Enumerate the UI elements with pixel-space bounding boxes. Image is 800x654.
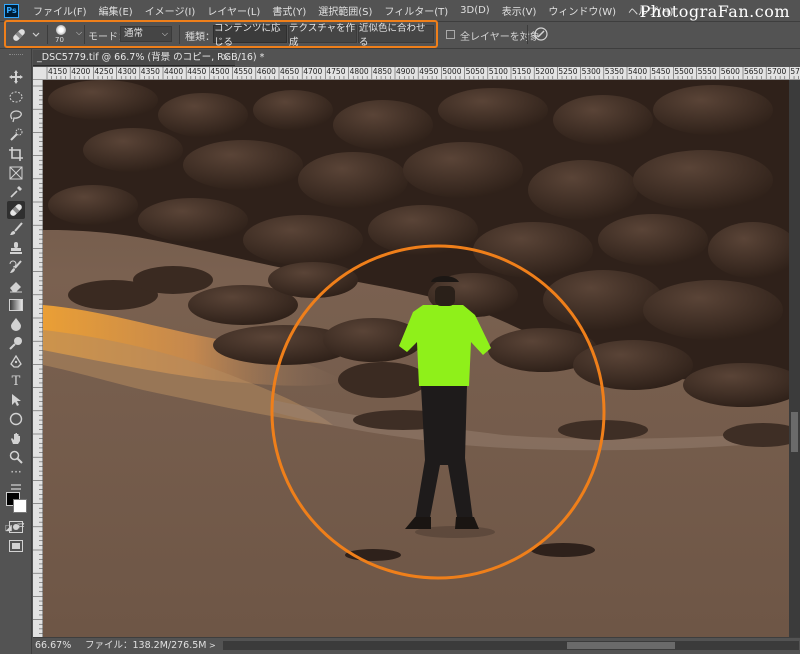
ruler-label: 4750 (326, 67, 346, 76)
more-tools-icon[interactable]: ··· (7, 463, 25, 481)
ruler-label: 4300 (117, 67, 137, 76)
pressure-size-toggle[interactable] (533, 26, 549, 42)
beach-photo (43, 80, 789, 637)
pen-icon[interactable] (7, 353, 25, 371)
ellipse-icon[interactable] (7, 410, 25, 428)
document-tab[interactable]: _DSC5779.tif @ 66.7% (背景 のコピー, RGB/16) *… (33, 50, 264, 66)
document-title: _DSC5779.tif @ 66.7% (背景 のコピー, RGB/16) * (37, 52, 265, 63)
ruler-label: 5200 (535, 67, 555, 76)
menu-3d[interactable]: 3D(D) (454, 5, 496, 16)
ruler-label: 4350 (140, 67, 160, 76)
ruler-label: 5500 (674, 67, 694, 76)
tools-panel: T ··· ◪ ⇄ (0, 49, 32, 654)
menu-edit[interactable]: 編集(E) (93, 3, 139, 18)
options-divider (527, 25, 528, 44)
gradient-icon[interactable] (7, 296, 25, 314)
file-size-info: ファイル：138.2M/276.5M (85, 640, 207, 651)
ruler-label: 5000 (442, 67, 462, 76)
ruler-label: 5550 (697, 67, 717, 76)
quick-select-icon[interactable] (7, 126, 25, 144)
ruler-label: 4950 (419, 67, 439, 76)
ruler-label: 5650 (744, 67, 764, 76)
ruler-label: 5600 (720, 67, 740, 76)
background-color-swatch[interactable] (13, 499, 27, 513)
close-icon[interactable]: × (222, 50, 230, 65)
document-canvas[interactable] (43, 80, 789, 637)
ruler-label: 4800 (349, 67, 369, 76)
chevron-right-icon[interactable]: > (209, 638, 216, 653)
ruler-label: 4500 (210, 67, 230, 76)
eraser-icon[interactable] (7, 277, 25, 295)
horizontal-scrollbar[interactable] (223, 641, 799, 650)
spot-healing-icon[interactable] (7, 201, 25, 219)
menu-image[interactable]: イメージ(I) (139, 3, 202, 18)
ruler-label: 4550 (233, 67, 253, 76)
clone-stamp-icon[interactable] (7, 239, 25, 257)
frame-icon[interactable] (7, 164, 25, 182)
ruler-label: 5100 (488, 67, 508, 76)
ruler-label: 4650 (280, 67, 300, 76)
horizontal-scroll-thumb[interactable] (567, 642, 675, 649)
ruler-label: 4250 (94, 67, 114, 76)
ruler-label: 5250 (558, 67, 578, 76)
zoom-level[interactable]: 66.67% (35, 638, 71, 653)
move-icon[interactable] (7, 68, 25, 86)
status-bar: 66.67% ファイル：138.2M/276.5M > (33, 637, 800, 654)
horizontal-ruler[interactable]: 4150 4200 4250 4300 4350 4400 4450 4500 4550 4600… (33, 67, 800, 80)
ruler-label: 5450 (651, 67, 671, 76)
ruler-label: 5750 (790, 67, 800, 76)
ruler-label: 4450 (187, 67, 207, 76)
lasso-icon[interactable] (7, 107, 25, 125)
ruler-label: 5700 (767, 67, 787, 76)
ruler-label: 5400 (628, 67, 648, 76)
quick-mask-icon[interactable] (7, 518, 25, 536)
ruler-label: 4200 (71, 67, 91, 76)
ruler-label: 5050 (465, 67, 485, 76)
marquee-icon[interactable] (7, 88, 25, 106)
crop-icon[interactable] (7, 145, 25, 163)
menu-view[interactable]: 表示(V) (496, 3, 543, 18)
hand-icon[interactable] (7, 429, 25, 447)
vertical-ruler[interactable] (33, 80, 43, 637)
path-select-icon[interactable] (7, 391, 25, 409)
sample-all-layers-checkbox[interactable] (446, 30, 455, 39)
history-brush-icon[interactable] (7, 258, 25, 276)
brand-watermark: PhotograFan.com (639, 2, 790, 21)
eyedropper-icon[interactable] (7, 183, 25, 201)
brush-icon[interactable] (7, 220, 25, 238)
ruler-label: 4850 (372, 67, 392, 76)
menu-select[interactable]: 選択範囲(S) (312, 3, 378, 18)
ruler-label: 4400 (164, 67, 184, 76)
blur-icon[interactable] (7, 315, 25, 333)
menu-filter[interactable]: フィルター(T) (378, 3, 454, 18)
vertical-scrollbar[interactable] (789, 80, 800, 637)
panel-grip[interactable] (9, 54, 23, 57)
menu-window[interactable]: ウィンドウ(W) (542, 3, 622, 18)
menu-layer[interactable]: レイヤー(L) (201, 3, 266, 18)
vertical-ruler-ticks (33, 85, 43, 634)
ruler-label: 5350 (604, 67, 624, 76)
ruler-label: 4150 (48, 67, 68, 76)
dodge-icon[interactable] (7, 334, 25, 352)
ruler-label: 5300 (581, 67, 601, 76)
ruler-label: 4900 (396, 67, 416, 76)
photoshop-logo-icon: Ps (4, 3, 19, 18)
menu-file[interactable]: ファイル(F) (27, 3, 93, 18)
orange-highlight-frame (4, 20, 438, 48)
menu-type[interactable]: 書式(Y) (266, 3, 312, 18)
screen-mode-icon[interactable] (7, 537, 25, 555)
vertical-scroll-thumb[interactable] (791, 412, 798, 452)
ruler-label: 5150 (512, 67, 532, 76)
ruler-label: 4600 (256, 67, 276, 76)
type-icon[interactable]: T (7, 372, 25, 390)
pen-pressure-icon (534, 27, 548, 41)
ruler-label: 4700 (303, 67, 323, 76)
